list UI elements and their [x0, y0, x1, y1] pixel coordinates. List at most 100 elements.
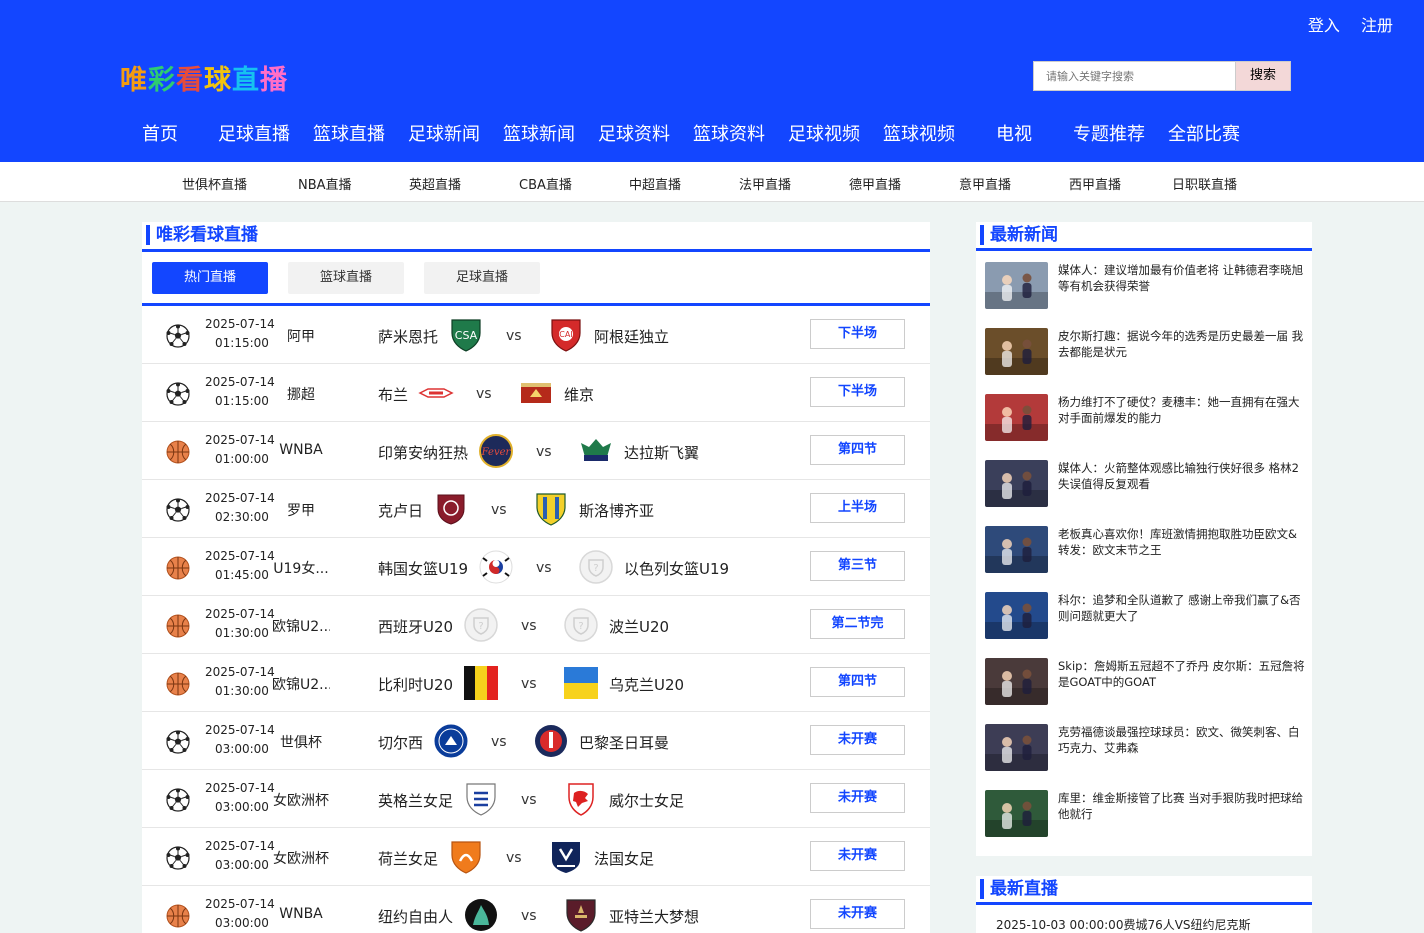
away-team-name[interactable]: 巴黎圣日耳曼	[579, 732, 669, 753]
match-row[interactable]: 2025-07-14 02:30:00 罗甲 克卢日 vs 斯洛博齐亚 上半场	[142, 480, 930, 538]
subnav-item[interactable]: NBA直播	[298, 174, 352, 193]
search-button[interactable]: 搜索	[1235, 62, 1290, 90]
nav-item-football-news[interactable]: 足球新闻	[408, 120, 480, 146]
news-headline[interactable]: 克劳福德谈最强控球球员：欧文、微笑刺客、白巧克力、艾弗森	[1058, 724, 1306, 756]
subnav-item[interactable]: 中超直播	[629, 174, 681, 193]
home-team-name[interactable]: 切尔西	[378, 732, 423, 753]
news-headline[interactable]: 媒体人：火箭整体观感比输独行侠好很多 格林2失误值得反复观看	[1058, 460, 1306, 492]
search-input[interactable]	[1036, 64, 1236, 88]
match-row[interactable]: 2025-07-14 01:15:00 阿甲 萨米恩托 CSA vs CAI 阿根廷独立 下半场	[142, 306, 930, 364]
away-team-name[interactable]: 维京	[564, 384, 594, 405]
away-team-name[interactable]: 以色列女篮U19	[624, 558, 729, 579]
site-logo[interactable]: 唯彩看球直播	[120, 58, 288, 97]
nav-item-basketball-news[interactable]: 篮球新闻	[503, 120, 575, 146]
news-item[interactable]: 老板真心喜欢你！库班激情拥抱取胜功臣欧文&转发：欧文末节之王	[985, 526, 1305, 574]
nav-item-topics[interactable]: 专题推荐	[1073, 120, 1145, 146]
match-time: 01:15:00	[215, 394, 269, 408]
match-row[interactable]: 2025-07-14 01:30:00 欧锦U2... 西班牙U20? vs? 波兰U20…	[142, 596, 930, 654]
nav-item-all-matches[interactable]: 全部比赛	[1168, 120, 1240, 146]
subnav-item[interactable]: 日职联直播	[1172, 174, 1237, 193]
tab-football-live[interactable]: 足球直播	[424, 262, 540, 294]
subnav-item[interactable]: 德甲直播	[849, 174, 901, 193]
subnav-item[interactable]: 西甲直播	[1069, 174, 1121, 193]
nav-item-football-live[interactable]: 足球直播	[218, 120, 290, 146]
news-item[interactable]: 杨力维打不了硬仗？麦穗丰：她一直拥有在强大对手面前爆发的能力	[985, 394, 1305, 442]
nav-item-basketball-video[interactable]: 篮球视频	[883, 120, 955, 146]
match-status-button[interactable]: 第二节完	[810, 609, 905, 639]
nav-item-home[interactable]: 首页	[142, 120, 178, 146]
away-team-name[interactable]: 斯洛博齐亚	[579, 500, 654, 521]
home-team-name[interactable]: 英格兰女足	[378, 790, 453, 811]
away-team-name[interactable]: 阿根廷独立	[594, 326, 669, 347]
match-status-button[interactable]: 未开赛	[810, 899, 905, 929]
subnav-item[interactable]: 世俱杯直播	[182, 174, 247, 193]
home-team-name[interactable]: 布兰	[378, 384, 408, 405]
away-team-name[interactable]: 亚特兰大梦想	[609, 906, 699, 927]
match-row[interactable]: 2025-07-14 03:00:00 女欧洲杯 荷兰女足 vs 法国女足 未开赛	[142, 828, 930, 886]
home-team-name[interactable]: 纽约自由人	[378, 906, 453, 927]
nav-item-football-video[interactable]: 足球视频	[788, 120, 860, 146]
news-headline[interactable]: 库里：维金斯接管了比赛 当对手狠防我时把球给他就行	[1058, 790, 1306, 822]
subnav-item[interactable]: CBA直播	[519, 174, 572, 193]
news-item[interactable]: 媒体人：火箭整体观感比输独行侠好很多 格林2失误值得反复观看	[985, 460, 1305, 508]
news-item[interactable]: 克劳福德谈最强控球球员：欧文、微笑刺客、白巧克力、艾弗森	[985, 724, 1305, 772]
news-headline[interactable]: 杨力维打不了硬仗？麦穗丰：她一直拥有在强大对手面前爆发的能力	[1058, 394, 1306, 426]
subnav-item[interactable]: 意甲直播	[959, 174, 1011, 193]
nav-item-tv[interactable]: 电视	[996, 120, 1032, 146]
match-row[interactable]: 2025-07-14 01:15:00 挪超 布兰 vs 维京 下半场	[142, 364, 930, 422]
match-row[interactable]: 2025-07-14 01:45:00 U19女... 韩国女篮U19 vs? 以色列女篮…	[142, 538, 930, 596]
match-status-button[interactable]: 上半场	[810, 493, 905, 523]
news-headline[interactable]: 老板真心喜欢你！库班激情拥抱取胜功臣欧文&转发：欧文末节之王	[1058, 526, 1306, 558]
away-team-name[interactable]: 达拉斯飞翼	[624, 442, 699, 463]
match-status-button[interactable]: 未开赛	[810, 725, 905, 755]
match-status-button[interactable]: 未开赛	[810, 841, 905, 871]
home-team-name[interactable]: 克卢日	[378, 500, 423, 521]
news-headline[interactable]: 媒体人：建议增加最有价值老将 让韩德君李晓旭等有机会获得荣誉	[1058, 262, 1306, 294]
news-headline[interactable]: 科尔：追梦和全队道歉了 感谢上帝我们赢了&否则问题就更大了	[1058, 592, 1306, 624]
match-status-button[interactable]: 第三节	[810, 551, 905, 581]
news-item[interactable]: 库里：维金斯接管了比赛 当对手狠防我时把球给他就行	[985, 790, 1305, 838]
tab-hot-live[interactable]: 热门直播	[152, 262, 268, 294]
news-headline[interactable]: 皮尔斯打趣：据说今年的选秀是历史最差一届 我去都能是状元	[1058, 328, 1306, 360]
match-status-button[interactable]: 第四节	[810, 435, 905, 465]
match-status-button[interactable]: 未开赛	[810, 783, 905, 813]
match-time: 03:00:00	[215, 916, 269, 930]
match-row[interactable]: 2025-07-14 03:00:00 WNBA 纽约自由人 vs 亚特兰大梦想 未开赛	[142, 886, 930, 933]
home-team-name[interactable]: 荷兰女足	[378, 848, 438, 869]
svg-text:?: ?	[593, 563, 598, 574]
nav-item-basketball-live[interactable]: 篮球直播	[313, 120, 385, 146]
news-item[interactable]: 媒体人：建议增加最有价值老将 让韩德君李晓旭等有机会获得荣誉	[985, 262, 1305, 310]
match-status-button[interactable]: 下半场	[810, 319, 905, 349]
news-thumbnail	[985, 394, 1048, 441]
home-team-name[interactable]: 印第安纳狂热	[378, 442, 468, 463]
match-status-button[interactable]: 下半场	[810, 377, 905, 407]
login-link[interactable]: 登入	[1308, 16, 1340, 35]
site-header: 登入 注册 唯彩看球直播 搜索 首页 足球直播 篮球直播 足球新闻 篮球新闻 足…	[0, 0, 1424, 162]
away-team-name[interactable]: 法国女足	[594, 848, 654, 869]
home-team-name[interactable]: 萨米恩托	[378, 326, 438, 347]
tab-basketball-live[interactable]: 篮球直播	[288, 262, 404, 294]
home-team-name[interactable]: 比利时U20	[378, 674, 453, 695]
match-row[interactable]: 2025-07-14 03:00:00 世俱杯 切尔西 vs 巴黎圣日耳曼 未开赛	[142, 712, 930, 770]
subnav-item[interactable]: 法甲直播	[739, 174, 791, 193]
vs-label: vs	[476, 386, 492, 402]
away-team-name[interactable]: 威尔士女足	[609, 790, 684, 811]
match-status-button[interactable]: 第四节	[810, 667, 905, 697]
home-team-name[interactable]: 西班牙U20	[378, 616, 453, 637]
match-row[interactable]: 2025-07-14 01:00:00 WNBA 印第安纳狂热 Fever vs 达拉斯飞翼…	[142, 422, 930, 480]
nav-item-football-data[interactable]: 足球资料	[598, 120, 670, 146]
subnav-item[interactable]: 英超直播	[409, 174, 461, 193]
away-team-name[interactable]: 乌克兰U20	[609, 674, 684, 695]
news-item[interactable]: 科尔：追梦和全队道歉了 感谢上帝我们赢了&否则问题就更大了	[985, 592, 1305, 640]
news-item[interactable]: Skip：詹姆斯五冠超不了乔丹 皮尔斯：五冠詹将是GOAT中的GOAT	[985, 658, 1305, 706]
live-item[interactable]: 2025-10-03 00:00:00费城76人VS纽约尼克斯	[996, 916, 1251, 933]
away-team-name[interactable]: 波兰U20	[609, 616, 669, 637]
home-team-name[interactable]: 韩国女篮U19	[378, 558, 468, 579]
news-item[interactable]: 皮尔斯打趣：据说今年的选秀是历史最差一届 我去都能是状元	[985, 328, 1305, 376]
match-row[interactable]: 2025-07-14 01:30:00 欧锦U2... 比利时U20 vs 乌克兰U20 第…	[142, 654, 930, 712]
register-link[interactable]: 注册	[1361, 16, 1393, 35]
news-headline[interactable]: Skip：詹姆斯五冠超不了乔丹 皮尔斯：五冠詹将是GOAT中的GOAT	[1058, 658, 1306, 690]
match-row[interactable]: 2025-07-14 03:00:00 女欧洲杯 英格兰女足 vs 威尔士女足 未开赛	[142, 770, 930, 828]
nav-item-basketball-data[interactable]: 篮球资料	[693, 120, 765, 146]
league-name: 罗甲	[287, 503, 315, 519]
